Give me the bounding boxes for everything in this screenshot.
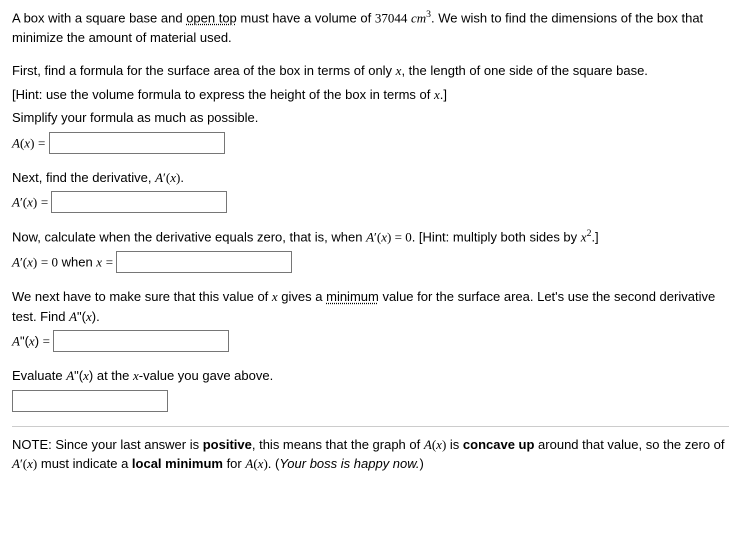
q4-p1b: gives a — [278, 289, 326, 304]
intro-b: must have a volume of — [237, 10, 375, 25]
q1-text-b: , the length of one side of the square b… — [401, 63, 647, 78]
input-x-value[interactable] — [116, 251, 292, 273]
eq-zero: = 0 — [391, 230, 411, 245]
input-Ax[interactable] — [49, 132, 225, 154]
paren-close: ) — [30, 135, 34, 150]
equals-sign: = — [38, 135, 49, 150]
minimum-underlined: minimum — [326, 289, 379, 304]
note-p8: ) — [420, 456, 424, 471]
question-4: We next have to make sure that this valu… — [12, 287, 729, 352]
q4-p1: We next have to make sure that this valu… — [12, 289, 272, 304]
intro-text: A box with a square base and open top mu… — [12, 8, 729, 47]
q3-hint-b: .] — [591, 230, 598, 245]
intro-a: A box with a square base and — [12, 10, 186, 25]
input-A2prime-eval[interactable] — [12, 390, 168, 412]
input-Aprime[interactable] — [51, 191, 227, 213]
note-p2: , this means that the graph of — [252, 437, 424, 452]
input-A2prime[interactable] — [53, 330, 229, 352]
equals-sign: = — [43, 334, 54, 349]
q1-hint-b: .] — [440, 87, 447, 102]
question-2: Next, find the derivative, A′(x). A′(x) … — [12, 168, 729, 214]
note-p4: around that value, so the zero of — [534, 437, 724, 452]
label-A: A — [12, 135, 20, 150]
q1-hint: [Hint: use the volume formula to express… — [12, 87, 434, 102]
note-p6: for — [223, 456, 245, 471]
question-1: First, find a formula for the surface ar… — [12, 61, 729, 154]
note-b2: concave up — [463, 437, 535, 452]
question-5: Evaluate A"(x) at the x-value you gave a… — [12, 366, 729, 412]
note-p1: NOTE: Since your last answer is — [12, 437, 203, 452]
q5-p1c: -value you gave above. — [139, 368, 273, 383]
open-top-underlined: open top — [186, 10, 237, 25]
note-p3: is — [446, 437, 463, 452]
equals-sign: = — [41, 195, 52, 210]
q5-p1: Evaluate — [12, 368, 66, 383]
note-p5: must indicate a — [37, 456, 132, 471]
note-p7: . ( — [268, 456, 280, 471]
q5-p1b: at the — [93, 368, 133, 383]
q1-text-a: First, find a formula for the surface ar… — [12, 63, 396, 78]
note-i1: Your boss is happy now. — [279, 456, 419, 471]
question-3: Now, calculate when the derivative equal… — [12, 227, 729, 273]
q1-simplify: Simplify your formula as much as possibl… — [12, 108, 729, 128]
note-block: NOTE: Since your last answer is positive… — [12, 426, 729, 474]
volume-unit: cm — [411, 10, 426, 25]
note-b1: positive — [203, 437, 252, 452]
label-A: A — [155, 170, 163, 185]
label-A: A — [12, 195, 20, 210]
q2-text: Next, find the derivative, — [12, 170, 155, 185]
q3-hint: . [Hint: multiply both sides by — [412, 230, 581, 245]
volume-value: 37044 — [375, 10, 408, 25]
note-b3: local minimum — [132, 456, 223, 471]
q3-text: Now, calculate when the derivative equal… — [12, 230, 366, 245]
when-text: when — [58, 255, 96, 270]
